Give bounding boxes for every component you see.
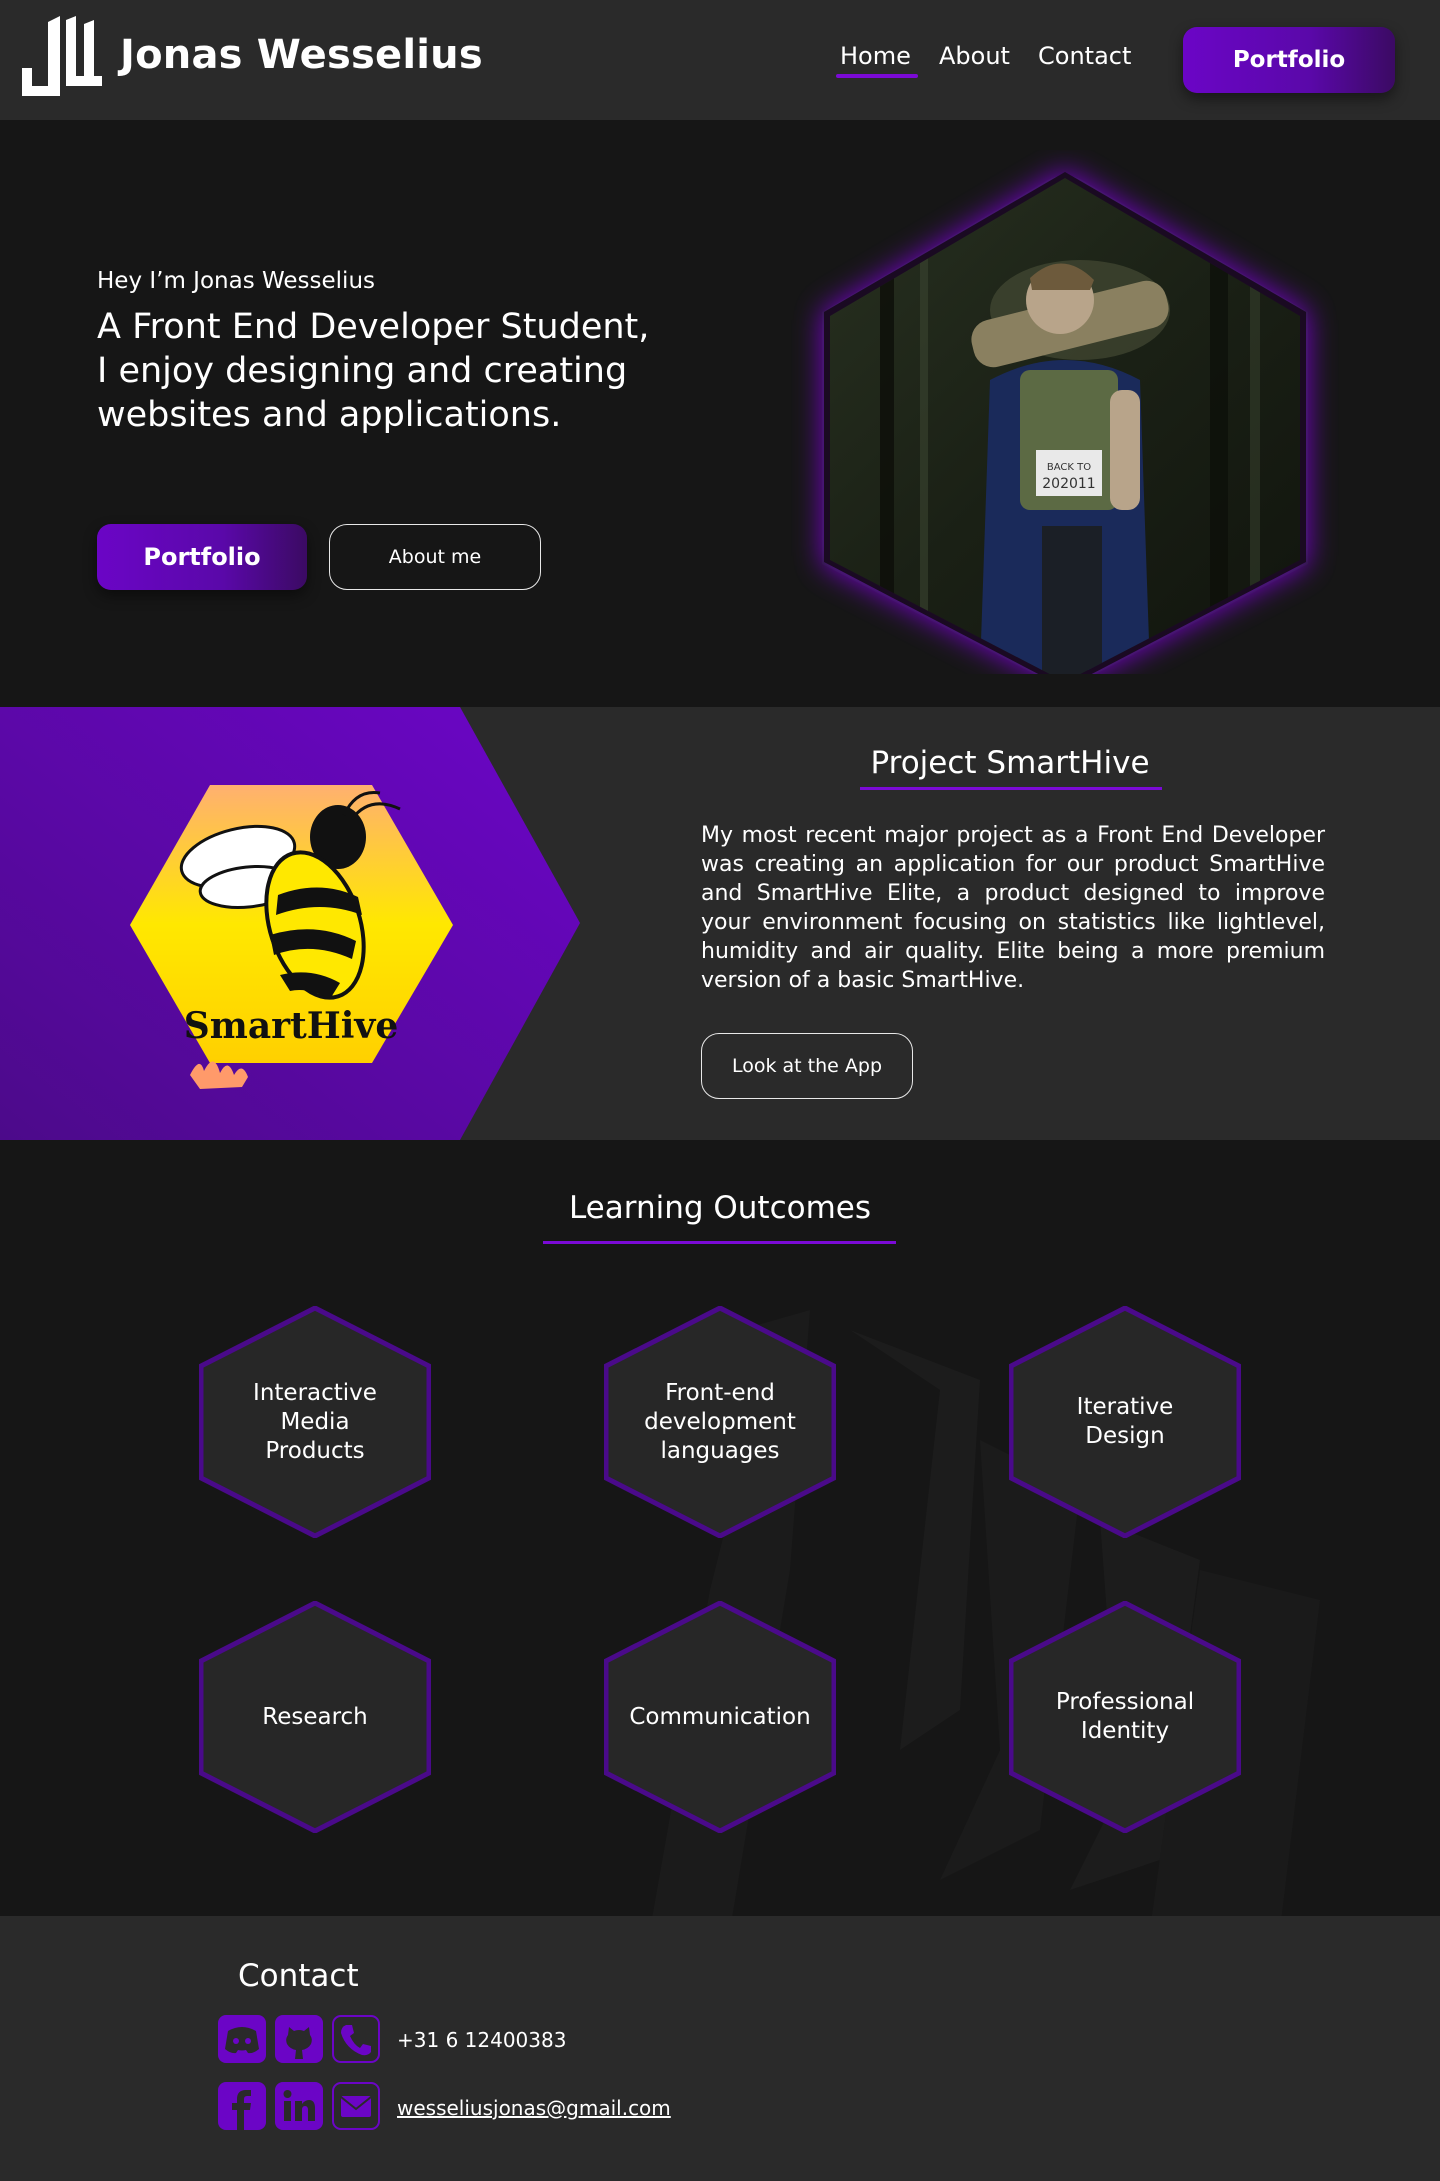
facebook-icon[interactable]	[218, 2082, 266, 2130]
look-at-app-button[interactable]: Look at the App	[701, 1033, 913, 1099]
contact-title: Contact	[238, 1958, 359, 1994]
outcome-label: Front-end development languages	[644, 1379, 796, 1464]
hero-portfolio-button[interactable]: Portfolio	[97, 524, 307, 590]
project-title: Project SmartHive	[870, 745, 1150, 781]
smarthive-logo-icon: SmartHive	[130, 785, 453, 1089]
outcome-hex-4[interactable]: Research	[199, 1601, 431, 1833]
contact-phone: +31 6 12400383	[397, 2028, 567, 2052]
project-section: SmartHive Project SmartHive My most rece…	[0, 707, 1440, 1140]
github-icon[interactable]	[275, 2015, 323, 2063]
linkedin-icon[interactable]	[275, 2082, 323, 2130]
outcome-hex-2[interactable]: Front-end development languages	[604, 1306, 836, 1538]
outcome-label: Iterative Design	[1076, 1394, 1174, 1449]
outcome-hex-5[interactable]: Communication	[604, 1601, 836, 1833]
header-portfolio-button[interactable]: Portfolio	[1183, 27, 1395, 93]
outcome-label: Research	[262, 1703, 368, 1730]
outcome-hex-6[interactable]: Professional Identity	[1009, 1601, 1241, 1833]
outcome-hex-3[interactable]: Iterative Design	[1009, 1306, 1241, 1538]
nav-about[interactable]: About	[939, 42, 1010, 70]
discord-icon[interactable]	[218, 2015, 266, 2063]
hero-section: Hey I’m Jonas Wesselius A Front End Deve…	[0, 120, 1440, 707]
brand-name[interactable]: Jonas Wesselius	[120, 32, 483, 78]
nav-home[interactable]: Home	[840, 42, 911, 70]
outcome-label: Communication	[629, 1703, 811, 1730]
project-description: My most recent major project as a Front …	[701, 823, 1325, 993]
outcomes-title-underline	[543, 1241, 896, 1244]
contact-email-link[interactable]: wesseliusjonas@gmail.com	[397, 2096, 671, 2120]
nav-active-underline	[836, 74, 918, 78]
phone-icon[interactable]	[332, 2015, 380, 2063]
outcomes-title: Learning Outcomes	[568, 1190, 872, 1226]
svg-text:202011: 202011	[1042, 476, 1095, 492]
project-title-underline	[860, 787, 1162, 790]
outcome-label: Interactive Media Products	[253, 1379, 377, 1464]
site-header: Jonas Wesselius Home About Contact Portf…	[0, 0, 1440, 120]
outcome-hex-1[interactable]: Interactive Media Products	[199, 1306, 431, 1538]
hero-greeting: Hey I’m Jonas Wesselius	[97, 268, 375, 294]
smarthive-logo-text: SmartHive	[184, 1005, 399, 1047]
contact-footer: Contact +31 6 12400383 wesseliusjonas@gm…	[0, 1916, 1440, 2181]
hero-headline: A Front End Developer Student, I enjoy d…	[97, 307, 650, 435]
outcome-label: Professional Identity	[1055, 1689, 1195, 1744]
nav-contact[interactable]: Contact	[1038, 42, 1131, 70]
mail-icon[interactable]	[332, 2082, 380, 2130]
svg-text:BACK TO: BACK TO	[1047, 462, 1091, 473]
hero-about-button[interactable]: About me	[329, 524, 541, 590]
learning-outcomes-section: Learning Outcomes Interactive Media Produc…	[0, 1140, 1440, 1916]
jw-logo-icon[interactable]	[18, 16, 102, 98]
profile-photo: BACK TO 202011	[822, 170, 1308, 674]
